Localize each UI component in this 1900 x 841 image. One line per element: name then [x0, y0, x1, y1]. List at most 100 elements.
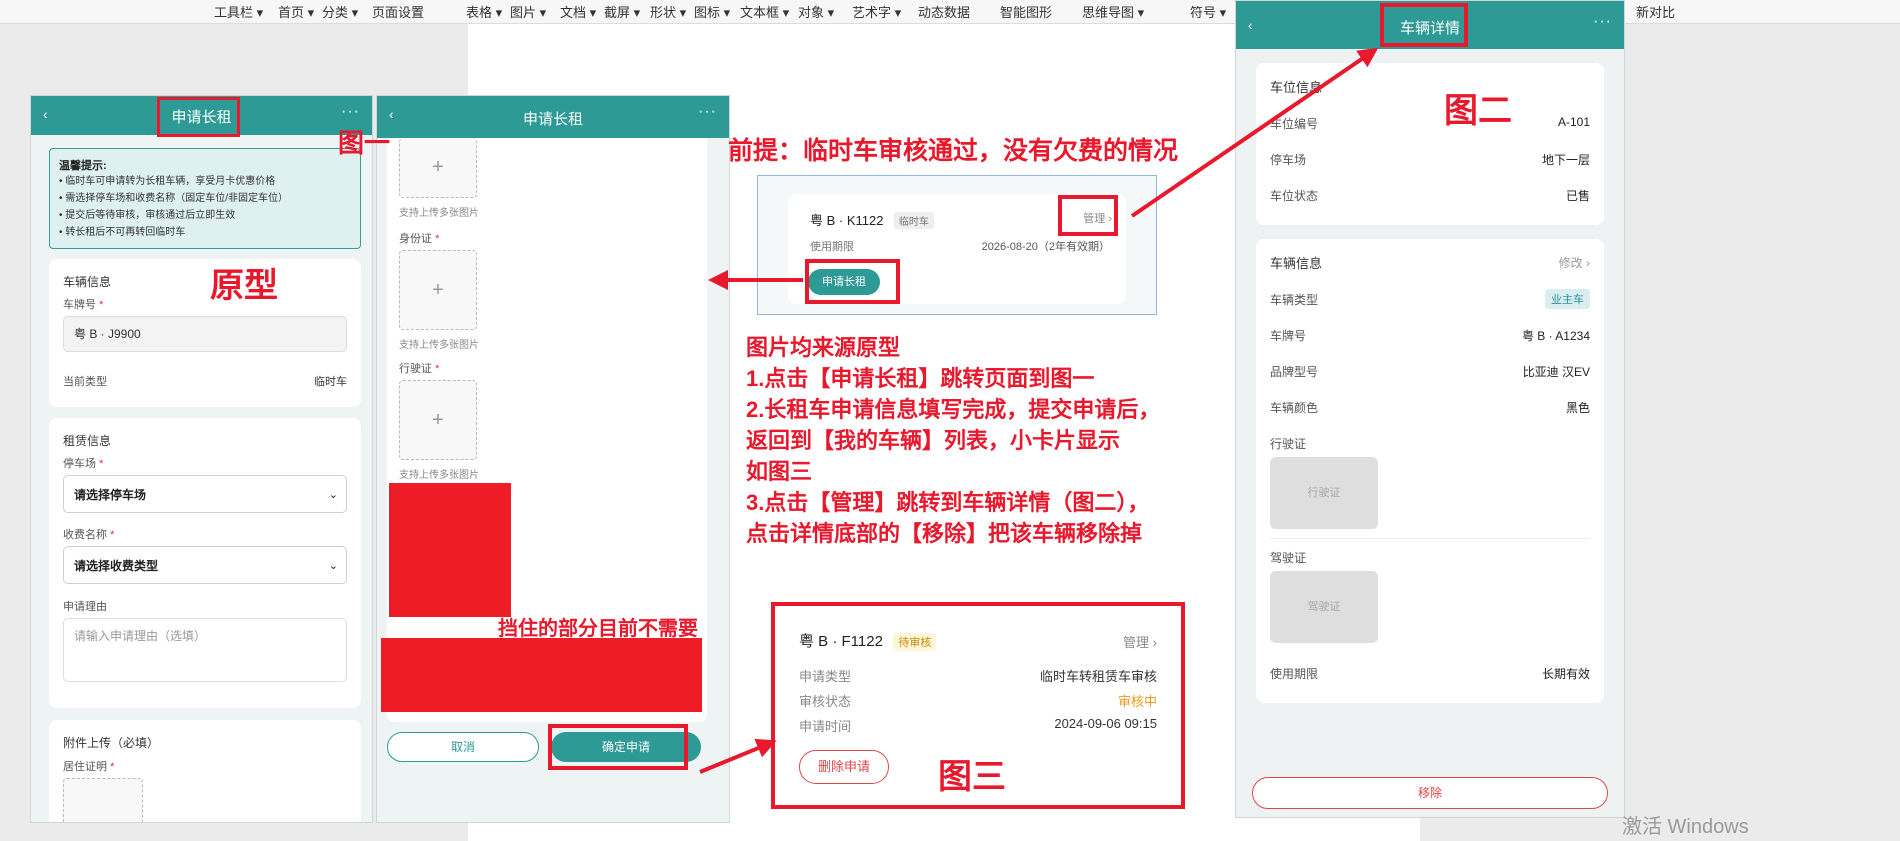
- upload-box[interactable]: [63, 778, 143, 822]
- type-label: 当前类型: [63, 376, 107, 388]
- upload-box[interactable]: +: [399, 138, 477, 198]
- apply-long-rent-screen-continued: ‹ 申请长租 ··· + 支持上传多张图片 身份证 * + 支持上传多张图片 行…: [376, 95, 730, 823]
- section-title: 车位信息: [1270, 80, 1323, 95]
- note-line: 图片均来源原型: [746, 335, 901, 360]
- id-card-label: 身份证 *: [399, 233, 440, 245]
- menu-item[interactable]: 首页 ▾: [278, 2, 314, 21]
- note-line: 点击详情底部的【移除】把该车辆移除掉: [746, 521, 1143, 546]
- section-title: 租赁信息: [63, 434, 112, 448]
- highlight-box: [548, 724, 688, 770]
- more-icon[interactable]: ···: [698, 103, 717, 121]
- tips-box: 温馨提示: • 临时车可申请转为长租车辆，享受月卡优惠价格 • 需选择停车场和收…: [49, 148, 361, 249]
- more-icon[interactable]: ···: [1593, 13, 1612, 31]
- row-value: 地下一层: [1541, 153, 1590, 167]
- row-value: 粤 B · A1234: [1521, 329, 1590, 343]
- lot-select[interactable]: 请选择停车场 ⌄: [63, 475, 347, 513]
- period-value: 2026-08-20（2年有效期）: [981, 241, 1110, 253]
- menu-item[interactable]: 文档 ▾: [560, 2, 596, 21]
- vehicle-info-card: 车辆信息 车牌号 * 粤 B · J9900 当前类型 临时车: [49, 259, 361, 407]
- row-label: 行驶证: [1270, 437, 1307, 451]
- plate-input[interactable]: 粤 B · J9900: [63, 316, 347, 352]
- menu-item[interactable]: 表格 ▾: [466, 2, 502, 21]
- note-line: 2.长租车申请信息填写完成，提交申请后，: [746, 397, 1161, 422]
- highlight-box: [1380, 3, 1468, 47]
- menu-item[interactable]: 工具栏 ▾: [214, 2, 263, 21]
- fig3-label: 图三: [938, 758, 1006, 796]
- notes-block: 图片均来源原型 1.点击【申请长租】跳转页面到图一 2.长租车申请信息填写完成，…: [746, 332, 1160, 549]
- fig1-label: 图一: [338, 128, 391, 158]
- row-value: 黑色: [1565, 401, 1590, 415]
- menu-item[interactable]: 截屏 ▾: [604, 2, 640, 21]
- note-line: 如图三: [746, 459, 813, 484]
- period-label: 使用期限: [810, 241, 854, 253]
- tip-line: • 需选择停车场和收费名称（固定车位/非固定车位）: [59, 193, 289, 204]
- tip-line: • 提交后等待审核，审核通过后立即生效: [59, 210, 236, 221]
- row-label: 品牌型号: [1270, 365, 1319, 379]
- row-label: 车辆类型: [1270, 293, 1319, 307]
- menu-item[interactable]: 文本框 ▾: [740, 2, 789, 21]
- fee-label: 收费名称 *: [63, 529, 115, 541]
- prototype-label: 原型: [210, 267, 278, 305]
- plate-number: 粤 B · K1122: [810, 213, 884, 228]
- windows-activation-watermark: 激活 Windows: [1622, 816, 1749, 838]
- masked-note: 挡住的部分目前不需要: [498, 618, 698, 640]
- remove-button[interactable]: 移除: [1252, 777, 1608, 809]
- menu-item[interactable]: 新对比: [1636, 2, 1675, 21]
- page-title: 申请长租: [522, 111, 583, 128]
- note-line: 1.点击【申请长租】跳转页面到图一: [746, 366, 1095, 391]
- row-label: 使用期限: [1270, 667, 1319, 681]
- chevron-down-icon: ⌄: [328, 489, 338, 501]
- space-info-card: 车位信息 车位编号 A-101 停车场 地下一层 车位状态 已售: [1256, 63, 1604, 225]
- driving-license-image[interactable]: 行驶证: [1270, 457, 1378, 529]
- upload-hint: 支持上传多张图片: [399, 208, 479, 219]
- type-value: 临时车: [314, 376, 347, 388]
- highlight-box: [805, 259, 900, 304]
- row-label: 车牌号: [1270, 329, 1307, 343]
- tip-line: • 临时车可申请转为长租车辆，享受月卡优惠价格: [59, 176, 276, 187]
- residence-label: 居住证明 *: [63, 761, 115, 773]
- driver-license-image[interactable]: 驾驶证: [1270, 571, 1378, 643]
- reason-textarea[interactable]: 请输入申请理由（选填）: [63, 618, 347, 682]
- note-line: 返回到【我的车辆】列表，小卡片显示: [746, 428, 1121, 453]
- menu-item[interactable]: 动态数据: [918, 2, 970, 21]
- upload-hint: 支持上传多张图片: [399, 340, 479, 351]
- row-value: 已售: [1565, 189, 1590, 203]
- menu-item[interactable]: 符号 ▾: [1190, 2, 1226, 21]
- highlight-box: [1058, 195, 1118, 236]
- plate-label: 车牌号 *: [63, 299, 104, 311]
- menu-item[interactable]: 思维导图 ▾: [1082, 2, 1144, 21]
- upload-box[interactable]: +: [399, 380, 477, 460]
- lot-label: 停车场 *: [63, 458, 104, 470]
- row-value: A-101: [1557, 115, 1590, 129]
- section-title: 附件上传（必填）: [63, 736, 160, 750]
- cancel-button[interactable]: 取消: [387, 732, 539, 762]
- upload-hint: 支持上传多张图片: [399, 470, 479, 481]
- highlight-box: [157, 97, 240, 137]
- row-label: 驾驶证: [1270, 551, 1307, 565]
- menu-item[interactable]: 页面设置: [372, 2, 424, 21]
- tip-line: • 转长租后不可再转回临时车: [59, 227, 186, 238]
- menu-item[interactable]: 分类 ▾: [322, 2, 358, 21]
- reason-label: 申请理由: [63, 601, 107, 613]
- menu-item[interactable]: 艺术字 ▾: [852, 2, 901, 21]
- more-icon[interactable]: ···: [341, 103, 360, 121]
- section-title: 车辆信息: [1270, 256, 1323, 271]
- note-line: 3.点击【管理】跳转到车辆详情（图二），: [746, 490, 1150, 515]
- menu-item[interactable]: 图标 ▾: [694, 2, 730, 21]
- edit-link[interactable]: 修改 ›: [1559, 254, 1590, 271]
- section-title: 车辆信息: [63, 275, 112, 289]
- upload-box[interactable]: +: [399, 250, 477, 330]
- menu-item[interactable]: 图片 ▾: [510, 2, 546, 21]
- row-label: 停车场: [1270, 153, 1307, 167]
- vehicle-info-card: 车辆信息 修改 › 车辆类型 业主车 车牌号 粤 B · A1234 品牌型号 …: [1256, 239, 1604, 703]
- header: ‹ 申请长租 ···: [377, 96, 729, 138]
- menu-item[interactable]: 智能图形: [1000, 2, 1052, 21]
- row-label: 车位状态: [1270, 189, 1319, 203]
- apply-long-rent-screen: ‹ 申请长租 ··· 温馨提示: • 临时车可申请转为长租车辆，享受月卡优惠价格…: [30, 95, 373, 823]
- chevron-down-icon: ⌄: [328, 560, 338, 572]
- redaction-block: [389, 483, 511, 617]
- menu-item[interactable]: 形状 ▾: [650, 2, 686, 21]
- row-value: 长期有效: [1541, 667, 1590, 681]
- menu-item[interactable]: 对象 ▾: [798, 2, 834, 21]
- fee-select[interactable]: 请选择收费类型 ⌄: [63, 546, 347, 584]
